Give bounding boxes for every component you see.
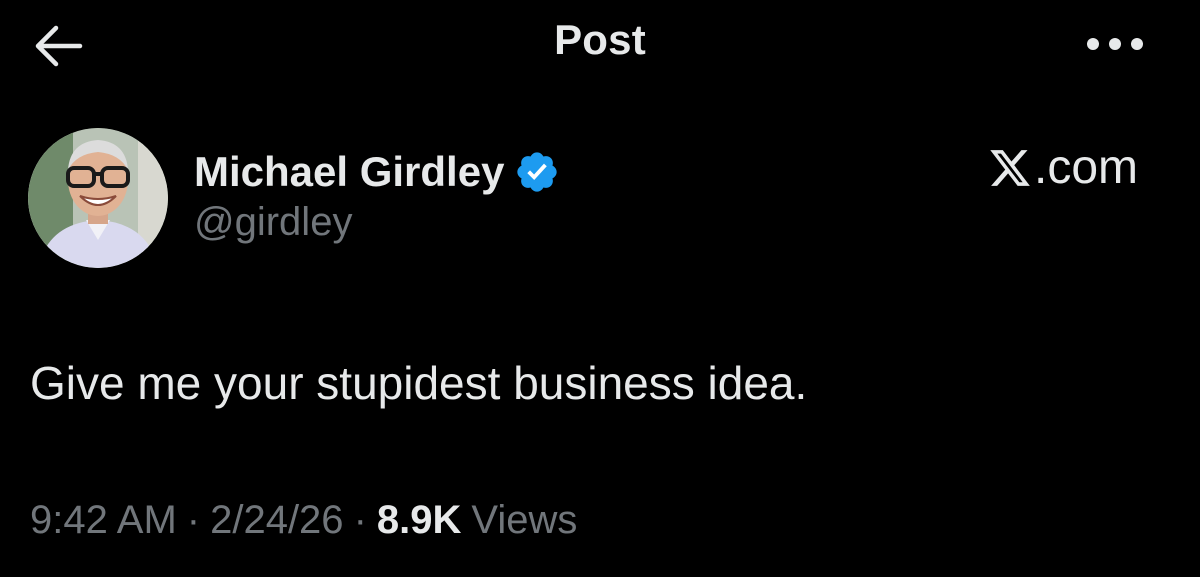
views-count[interactable]: 8.9K (377, 498, 462, 543)
display-name[interactable]: Michael Girdley (194, 148, 504, 196)
author-names: Michael Girdley @girdley (194, 142, 560, 245)
views-label: Views (471, 498, 578, 542)
verified-badge-icon (514, 149, 560, 195)
post-time[interactable]: 9:42 AM (30, 498, 177, 543)
post-text: Give me your stupidest business idea. (30, 357, 808, 409)
post-meta: 9:42 AM · 2/24/26 · 8.9K Views (30, 498, 577, 543)
post-date[interactable]: 2/24/26 (210, 498, 343, 543)
display-name-row: Michael Girdley (194, 142, 560, 202)
meta-separator: · (353, 498, 367, 542)
more-options-button[interactable] (1080, 24, 1150, 64)
avatar[interactable] (28, 128, 168, 268)
brand-text: .com (1033, 141, 1138, 194)
x-logo-icon (988, 146, 1032, 190)
author-handle[interactable]: @girdley (194, 200, 560, 245)
page-title: Post (554, 16, 646, 63)
x-com-watermark: .com (988, 140, 1138, 195)
post-author: Michael Girdley @girdley .com (28, 128, 1168, 273)
avatar-image (28, 128, 168, 268)
top-bar: Post (0, 0, 1200, 90)
meta-separator: · (186, 498, 201, 542)
more-horizontal-icon (1087, 38, 1143, 50)
